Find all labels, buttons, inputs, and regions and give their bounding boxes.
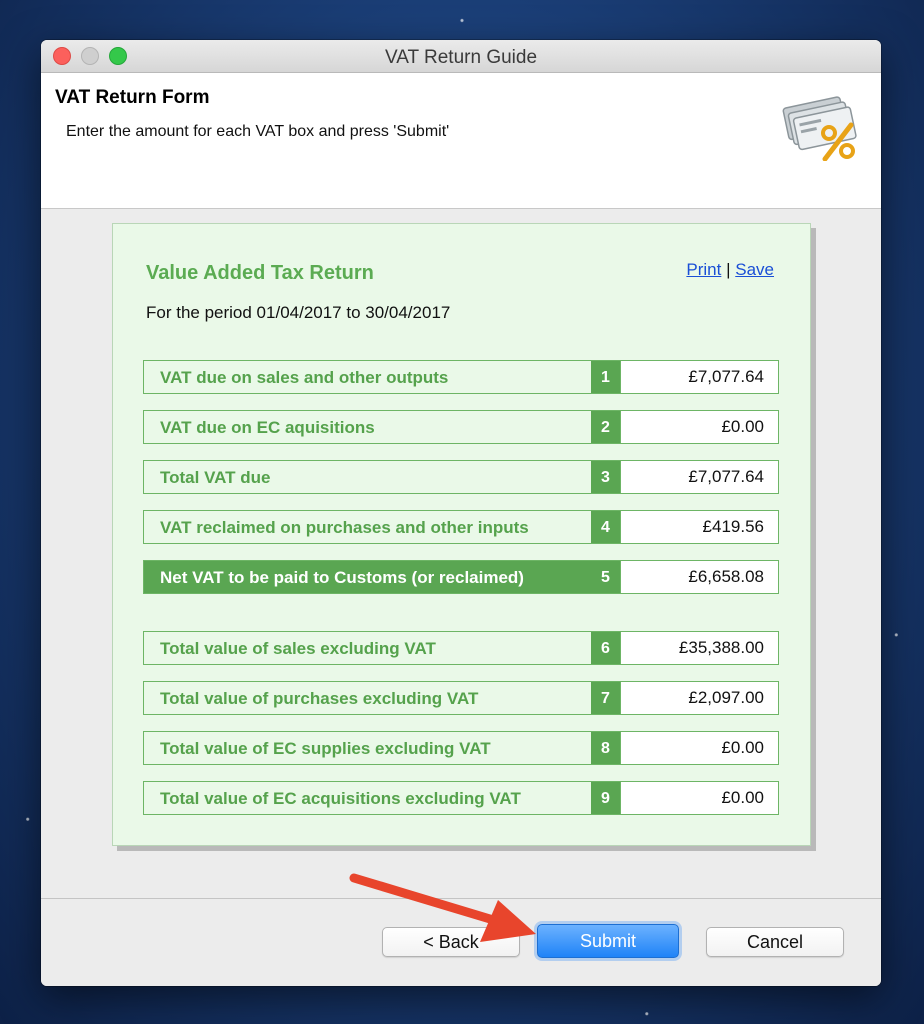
vat-box-6-value[interactable]: £35,388.00: [620, 632, 778, 664]
page-title: VAT Return Form: [55, 87, 210, 108]
vat-box-4-number: 4: [591, 511, 620, 543]
vat-box-5-number: 5: [591, 561, 620, 593]
vat-box-7-row: Total value of purchases excluding VAT 7…: [143, 681, 779, 715]
window-title: VAT Return Guide: [384, 47, 538, 68]
vat-box-2-label: VAT due on EC aquisitions: [160, 418, 375, 437]
vat-box-2-value[interactable]: £0.00: [620, 411, 778, 443]
vat-box-8-row: Total value of EC supplies excluding VAT…: [143, 731, 779, 765]
vat-box-5-row: Net VAT to be paid to Customs (or reclai…: [143, 560, 779, 594]
vat-box-5-label: Net VAT to be paid to Customs (or reclai…: [144, 561, 591, 593]
vat-box-9-label: Total value of EC acquisitions excluding…: [160, 789, 521, 808]
vat-return-title: Value Added Tax Return: [146, 262, 374, 284]
card-links: Print | Save: [686, 260, 774, 280]
vat-box-5-value[interactable]: £6,658.08: [620, 561, 778, 593]
vat-box-3-value[interactable]: £7,077.64: [620, 461, 778, 493]
vat-box-6-row: Total value of sales excluding VAT 6 £35…: [143, 631, 779, 665]
vat-box-7-number: 7: [591, 682, 620, 714]
vat-box-3-label: Total VAT due: [160, 468, 271, 487]
print-link[interactable]: Print: [686, 260, 721, 279]
vat-box-1-value[interactable]: £7,077.64: [620, 361, 778, 393]
vat-box-7-label: Total value of purchases excluding VAT: [160, 689, 479, 708]
vat-period: For the period 01/04/2017 to 30/04/2017: [146, 303, 451, 322]
vat-box-3-number: 3: [591, 461, 620, 493]
link-separator: |: [726, 260, 731, 279]
vat-box-9-number: 9: [591, 782, 620, 814]
vat-return-card: Value Added Tax Return Print | Save For …: [112, 223, 811, 846]
cancel-button[interactable]: Cancel: [706, 927, 844, 957]
vat-box-4-label: VAT reclaimed on purchases and other inp…: [160, 518, 529, 537]
wizard-header: VAT Return Form Enter the amount for eac…: [41, 73, 881, 209]
vat-box-6-number: 6: [591, 632, 620, 664]
vat-box-3-row: Total VAT due 3 £7,077.64: [143, 460, 779, 494]
vat-box-9-row: Total value of EC acquisitions excluding…: [143, 781, 779, 815]
vat-box-8-label: Total value of EC supplies excluding VAT: [160, 739, 491, 758]
vat-box-8-number: 8: [591, 732, 620, 764]
vat-box-2-row: VAT due on EC aquisitions 2 £0.00: [143, 410, 779, 444]
vat-box-4-row: VAT reclaimed on purchases and other inp…: [143, 510, 779, 544]
vat-box-1-row: VAT due on sales and other outputs 1 £7,…: [143, 360, 779, 394]
vat-box-1-number: 1: [591, 361, 620, 393]
back-button[interactable]: < Back: [382, 927, 520, 957]
wizard-footer: < Back Submit Cancel: [41, 898, 881, 986]
vat-box-2-number: 2: [591, 411, 620, 443]
save-link[interactable]: Save: [735, 260, 774, 279]
vat-box-8-value[interactable]: £0.00: [620, 732, 778, 764]
vat-box-6-label: Total value of sales excluding VAT: [160, 639, 436, 658]
money-percent-icon: [782, 96, 857, 161]
vat-box-4-value[interactable]: £419.56: [620, 511, 778, 543]
vat-box-7-value[interactable]: £2,097.00: [620, 682, 778, 714]
app-window: VAT Return Guide VAT Return Form Enter t…: [41, 40, 881, 986]
vat-box-9-value[interactable]: £0.00: [620, 782, 778, 814]
submit-button[interactable]: Submit: [537, 924, 679, 958]
vat-box-1-label: VAT due on sales and other outputs: [160, 368, 449, 387]
page-subtitle: Enter the amount for each VAT box and pr…: [66, 123, 450, 140]
title-bar[interactable]: VAT Return Guide: [41, 40, 881, 73]
